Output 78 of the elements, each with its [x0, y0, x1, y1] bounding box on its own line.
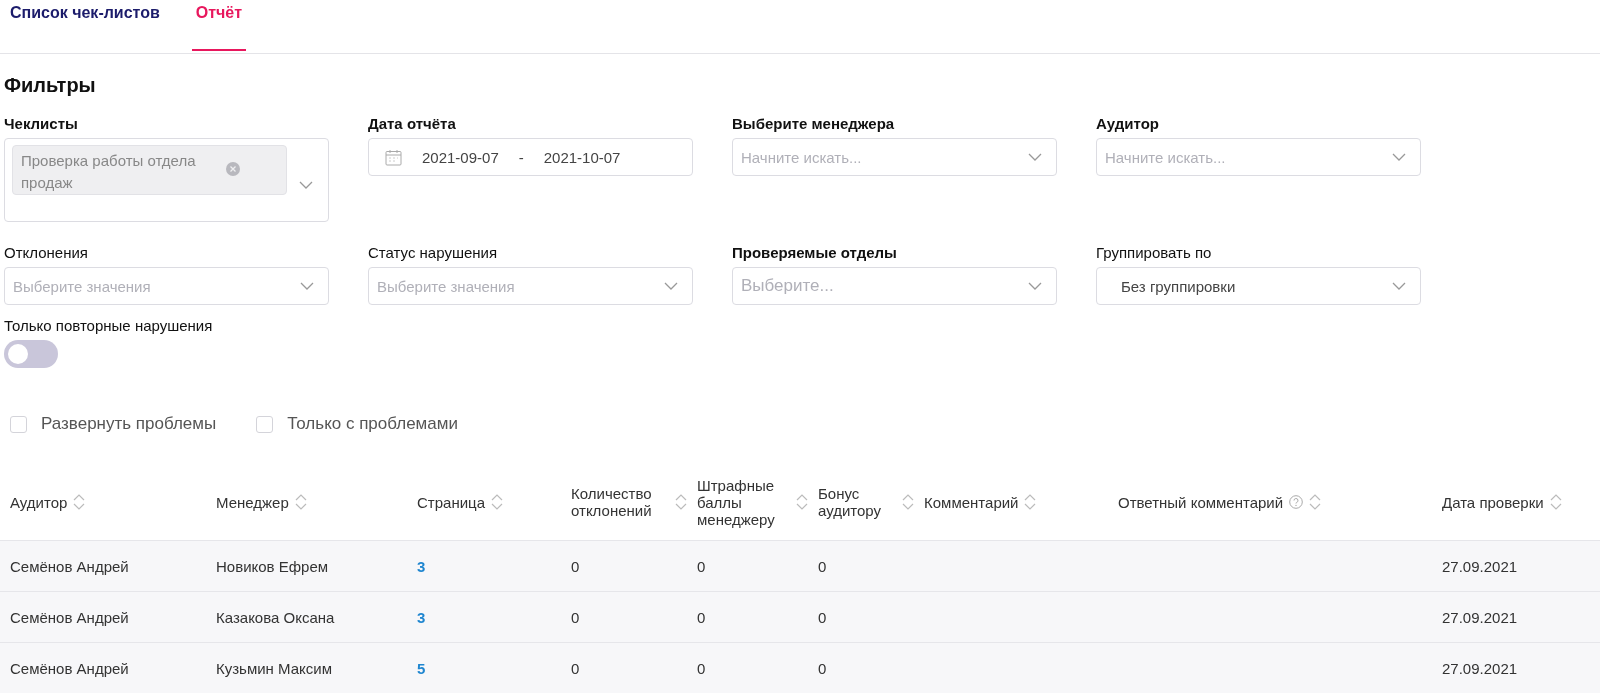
table-cell: 0	[818, 557, 827, 575]
table-cell: 0	[571, 557, 580, 575]
field-label: Проверяемые отделы	[732, 244, 898, 261]
column-header[interactable]: Менеджер	[216, 493, 307, 511]
table-cell: 0	[571, 608, 580, 626]
chevron-down-icon	[664, 282, 678, 290]
field-label: Статус нарушения	[368, 244, 499, 261]
chevron-down-icon	[1028, 153, 1042, 161]
sort-icon	[491, 493, 503, 511]
column-header[interactable]: Бонус аудитору	[818, 485, 914, 519]
page-link[interactable]: 3	[417, 557, 426, 575]
field-label: Дата отчёта	[368, 115, 457, 132]
field-label: Выберите менеджера	[732, 115, 896, 132]
select-placeholder: Начните искать...	[741, 148, 863, 166]
column-header[interactable]: Штрафные баллы менеджеру	[697, 476, 808, 528]
sort-icon	[902, 493, 914, 511]
checkbox-label: Только с проблемами	[287, 414, 458, 434]
table-cell: 27.09.2021	[1442, 659, 1518, 677]
page-link[interactable]: 3	[417, 608, 426, 626]
sort-icon	[796, 493, 808, 511]
table-cell: 0	[571, 659, 580, 677]
calendar-icon	[385, 148, 402, 166]
table-cell: Новиков Ефрем	[216, 557, 329, 575]
column-header[interactable]: Аудитор	[10, 493, 86, 511]
chevron-down-icon	[1392, 282, 1406, 290]
chevron-down-icon	[1392, 153, 1406, 161]
field-label: Отклонения	[4, 244, 89, 261]
sort-icon	[73, 493, 86, 511]
field-label: Чеклисты	[4, 115, 79, 132]
checkbox[interactable]	[256, 415, 274, 433]
tab[interactable]: Список чек-листов	[10, 0, 160, 51]
field-label: Группировать по	[1096, 244, 1213, 261]
end-date: 2021-10-07	[543, 148, 621, 166]
table-cell: 27.09.2021	[1442, 608, 1518, 626]
tag-label: Проверка работы отдела продаж	[21, 151, 197, 193]
field-label: Аудитор	[1096, 115, 1161, 132]
chevron-down-icon	[300, 282, 314, 290]
column-header[interactable]: Комментарий	[924, 493, 1037, 511]
select-placeholder: Выберите значения	[13, 277, 152, 295]
table-cell: 0	[697, 557, 706, 575]
start-date: 2021-09-07	[422, 148, 499, 166]
sort-icon	[1549, 493, 1562, 511]
column-header[interactable]: Страница	[417, 493, 503, 511]
date-range-field[interactable]: 2021-09-07 - 2021-10-07	[368, 138, 693, 176]
table-cell: Казакова Оксана	[216, 608, 335, 626]
chevron-down-icon	[1028, 282, 1042, 290]
checkbox[interactable]	[10, 415, 27, 433]
table-cell: Семёнов Андрей	[10, 557, 129, 575]
column-header[interactable]: Ответный комментарий	[1118, 493, 1322, 511]
select-field[interactable]: Без группировки	[1096, 267, 1421, 305]
select-placeholder: Выберите...	[741, 276, 835, 296]
date-separator: -	[518, 148, 524, 166]
checkbox-label: Развернуть проблемы	[41, 414, 217, 434]
toggle-label: Только повторные нарушения	[4, 317, 214, 334]
table-cell: Семёнов Андрей	[10, 608, 129, 626]
table-cell: 0	[818, 659, 827, 677]
page-link[interactable]: 5	[417, 659, 426, 677]
select-value: Без группировки	[1120, 277, 1237, 295]
sort-icon	[675, 493, 687, 511]
toggle-switch[interactable]	[4, 340, 58, 368]
table-cell: 0	[818, 608, 827, 626]
sort-icon	[1309, 493, 1322, 511]
column-header[interactable]: Количество отклонений	[571, 485, 687, 519]
tab[interactable]: Отчёт	[191, 0, 246, 51]
section-title: Фильтры	[4, 74, 97, 97]
sort-icon	[1024, 493, 1037, 511]
table-cell: 27.09.2021	[1442, 557, 1518, 575]
table-cell: 0	[697, 608, 706, 626]
table-cell: Семёнов Андрей	[10, 659, 129, 677]
help-icon	[1289, 495, 1304, 509]
select-placeholder: Начните искать...	[1105, 148, 1227, 166]
sort-icon	[294, 493, 307, 511]
clear-icon	[226, 162, 240, 176]
table-cell: Кузьмин Максим	[216, 659, 332, 677]
chevron-down-icon	[299, 181, 313, 189]
select-placeholder: Выберите значения	[377, 277, 516, 295]
column-header[interactable]: Дата проверки	[1442, 493, 1562, 511]
table-cell: 0	[697, 659, 706, 677]
